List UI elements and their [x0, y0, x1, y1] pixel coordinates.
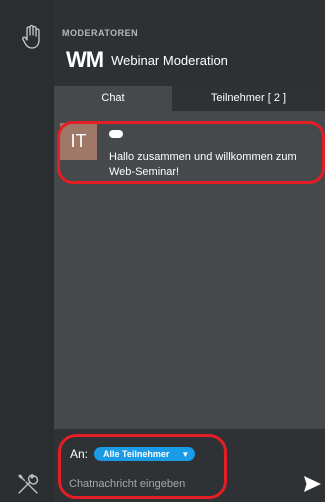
sender-name-redacted	[109, 130, 123, 138]
recipient-row: An: Alle Teilnehmer ▼	[70, 447, 196, 461]
wm-logo: WM	[66, 47, 104, 72]
webinar-moderation-app: MODERATOREN WM Webinar Moderation Chat T…	[0, 0, 325, 502]
message-text: Hallo zusammen und willkommen zum Web-Se…	[109, 151, 297, 178]
raised-hand-icon[interactable]	[20, 24, 44, 50]
recipient-value: Alle Teilnehmer	[103, 449, 170, 459]
tab-chat[interactable]: Chat	[54, 86, 172, 111]
tab-participants[interactable]: Teilnehmer [ 2 ]	[172, 86, 325, 111]
tools-icon[interactable]	[16, 472, 40, 496]
chat-composer: An: Alle Teilnehmer ▼	[54, 429, 325, 502]
main-panel: MODERATOREN WM Webinar Moderation Chat T…	[54, 0, 325, 502]
avatar: IT	[60, 123, 97, 160]
recipient-select[interactable]: Alle Teilnehmer ▼	[94, 447, 196, 461]
message-body: Hallo zusammen und willkommen zum Web-Se…	[109, 125, 309, 180]
chat-message-input[interactable]	[69, 476, 269, 492]
tab-bar: Chat Teilnehmer [ 2 ]	[54, 86, 325, 111]
left-rail	[0, 0, 54, 502]
chat-message-list: IT Hallo zusammen und willkommen zum Web…	[54, 111, 325, 429]
caret-down-icon: ▼	[181, 449, 190, 459]
page-title: Webinar Moderation	[111, 52, 228, 68]
chat-message: IT Hallo zusammen und willkommen zum Web…	[60, 123, 320, 180]
send-icon[interactable]	[304, 476, 321, 492]
brand-row: WM Webinar Moderation	[66, 47, 228, 72]
section-label: MODERATOREN	[62, 28, 139, 38]
to-label: An:	[70, 447, 89, 461]
